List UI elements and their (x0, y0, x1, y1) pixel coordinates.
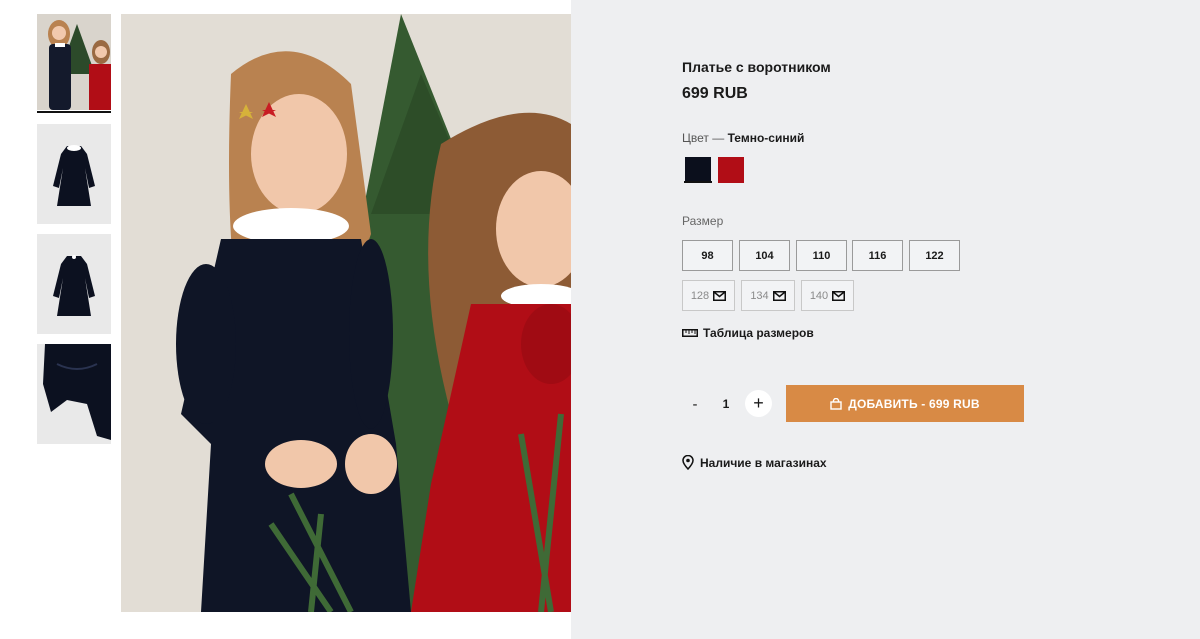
size-option-134-notify[interactable]: 134 (741, 280, 795, 311)
store-availability-link[interactable]: Наличие в магазинах (682, 455, 827, 470)
size-chart-link[interactable]: Таблица размеров (682, 326, 814, 340)
shopping-bag-icon (830, 397, 842, 410)
color-swatch-navy[interactable] (685, 157, 711, 183)
size-option-label: 104 (755, 249, 774, 262)
envelope-icon (713, 290, 727, 301)
size-option-116[interactable]: 116 (852, 240, 903, 271)
add-to-cart-label: ДОБАВИТЬ - 699 RUB (848, 396, 980, 411)
dress-front-icon (37, 124, 111, 224)
size-option-110[interactable]: 110 (796, 240, 847, 271)
size-option-104[interactable]: 104 (739, 240, 790, 271)
active-thumbnail-indicator (37, 111, 111, 113)
quantity-value: 1 (722, 397, 730, 411)
color-label-text: Цвет — (682, 131, 725, 145)
thumbnail-1[interactable] (37, 14, 111, 110)
add-to-cart-button[interactable]: ДОБАВИТЬ - 699 RUB (786, 385, 1024, 422)
size-option-label: 116 (868, 249, 887, 262)
store-availability-label: Наличие в магазинах (700, 455, 827, 470)
selected-swatch-indicator (684, 181, 712, 183)
thumbnail-3[interactable] (37, 234, 111, 334)
size-option-122[interactable]: 122 (909, 240, 960, 271)
color-selected-name: Темно-синий (727, 131, 805, 145)
location-pin-icon (682, 455, 694, 470)
size-option-140-notify[interactable]: 140 (801, 280, 854, 311)
color-swatch-red[interactable] (718, 157, 744, 183)
envelope-icon (772, 290, 786, 301)
size-option-98[interactable]: 98 (682, 240, 733, 271)
fabric-closeup-icon (37, 344, 111, 444)
quantity-increase-button[interactable]: + (745, 390, 772, 417)
color-label: Цвет — Темно-синий (682, 131, 804, 145)
thumbnail-4[interactable] (37, 344, 111, 444)
thumbnail-2[interactable] (37, 124, 111, 224)
quantity-decrease-button[interactable]: - (686, 394, 704, 414)
size-option-label: 110 (812, 249, 831, 262)
product-photo-icon (121, 14, 571, 612)
size-chart-label: Таблица размеров (703, 326, 814, 340)
size-option-label: 128 (690, 289, 710, 302)
size-option-label: 134 (750, 289, 769, 302)
dress-back-icon (37, 234, 111, 334)
main-product-image[interactable] (121, 14, 571, 612)
product-title: Платье с воротником (682, 59, 831, 75)
size-option-128-notify[interactable]: 128 (682, 280, 735, 311)
size-option-label: 98 (701, 249, 714, 262)
photo-girls-thumbnail-icon (37, 14, 111, 110)
size-label: Размер (682, 214, 724, 228)
ruler-icon (682, 329, 698, 337)
size-option-label: 140 (809, 289, 829, 302)
product-price: 699 RUB (682, 85, 748, 102)
size-option-label: 122 (925, 249, 944, 262)
envelope-icon (832, 290, 846, 301)
